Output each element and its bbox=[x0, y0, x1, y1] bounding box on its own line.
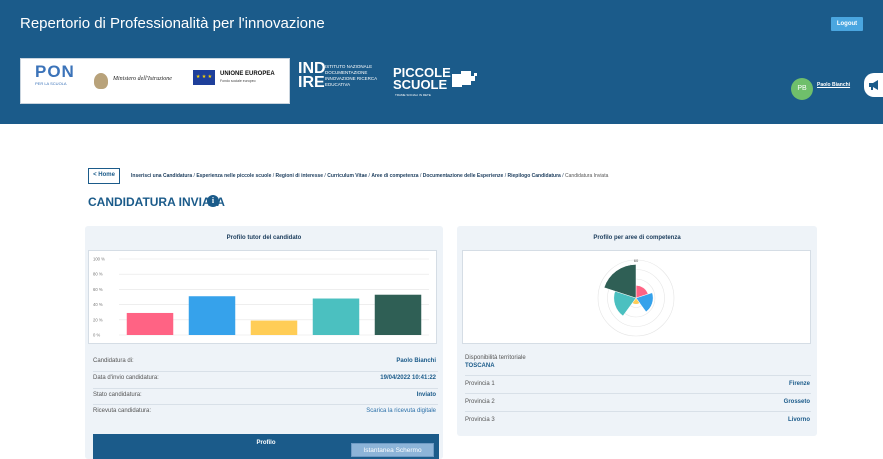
info-icon[interactable]: i bbox=[207, 195, 219, 207]
y-tick-label: 40 % bbox=[93, 302, 103, 307]
piccole-scuole-sub: TRAME SOCIALI IN RETE bbox=[395, 93, 431, 97]
provincia-2-value: Grosseto bbox=[783, 399, 810, 405]
polar-chart-panel: 60 bbox=[462, 250, 811, 344]
indire-logo-mark: IND IRE bbox=[298, 60, 326, 91]
piccole-scuole-mark-icon bbox=[452, 71, 477, 87]
tutor-profile-title: Profilo tutor del candidato bbox=[226, 235, 302, 241]
ricevuta-label: Ricevuta candidatura: bbox=[93, 408, 152, 414]
avatar[interactable]: PB bbox=[791, 78, 813, 100]
divider bbox=[93, 371, 438, 372]
eu-flag-icon: ★ ★ ★ bbox=[193, 70, 215, 85]
breadcrumb-item[interactable]: Curriculum Vitae bbox=[327, 173, 367, 179]
y-tick-label: 0 % bbox=[93, 333, 100, 338]
user-name-link[interactable]: Paolo Bianchi bbox=[817, 82, 850, 88]
bar-chart-panel: 0 % 20 % 40 % 60 % 80 % 100 % bbox=[88, 250, 437, 344]
bar[interactable] bbox=[312, 298, 360, 335]
provincia-1-value: Firenze bbox=[788, 381, 810, 387]
data-invio-label: Data d'invio candidatura: bbox=[93, 375, 159, 381]
r-tick-label: 60 bbox=[634, 258, 639, 263]
pon-logo-sub: PER LA SCUOLA bbox=[35, 81, 67, 86]
screenshot-button[interactable]: Istantanea Schermo bbox=[351, 443, 434, 457]
divider bbox=[93, 388, 438, 389]
candidatura-value: Paolo Bianchi bbox=[396, 358, 436, 364]
stato-value: Inviato bbox=[416, 392, 436, 398]
breadcrumb-item[interactable]: Documentazione delle Esperienze bbox=[423, 173, 504, 179]
y-tick-label: 60 % bbox=[93, 287, 103, 292]
pon-logo: PON bbox=[35, 62, 75, 81]
ministero-logo: Ministero dell'Istruzione bbox=[113, 76, 172, 82]
polar-area-chart: 60 bbox=[597, 258, 675, 337]
home-button[interactable]: < Home bbox=[88, 168, 120, 184]
disponibilita-value: TOSCANA bbox=[465, 363, 495, 369]
bar[interactable] bbox=[374, 294, 422, 335]
breadcrumb-item[interactable]: Regioni di interesse bbox=[276, 173, 324, 179]
candidatura-label: Candidatura di: bbox=[93, 358, 134, 364]
megaphone-icon[interactable] bbox=[864, 73, 883, 97]
italian-emblem-icon bbox=[94, 73, 108, 89]
indire-logo-text: ISTITUTO NAZIONALE DOCUMENTAZIONE INNOVA… bbox=[325, 64, 377, 87]
divider bbox=[465, 375, 811, 376]
aree-competenza-card: Profilo per aree di competenza 60 Dispon… bbox=[457, 226, 817, 436]
bar[interactable] bbox=[188, 296, 236, 335]
breadcrumb: Inserisci una Candidatura / Esperienza n… bbox=[131, 173, 609, 179]
data-invio-value: 19/04/2022 10:41:22 bbox=[380, 375, 436, 381]
logout-button[interactable]: Logout bbox=[831, 17, 863, 31]
disponibilita-label: Disponibilità territoriale bbox=[465, 355, 526, 361]
provincia-3-value: Livorno bbox=[788, 417, 810, 423]
y-tick-label: 20 % bbox=[93, 317, 103, 322]
y-tick-label: 80 % bbox=[93, 272, 103, 277]
provincia-1-label: Provincia 1 bbox=[465, 381, 495, 387]
tutor-profile-card: Profilo tutor del candidato 0 % 20 % 40 % 6… bbox=[85, 226, 443, 459]
page-title: CANDIDATURA INVIATA bbox=[88, 195, 225, 209]
piccole-scuole-word: PICCOLE SCUOLE bbox=[393, 65, 451, 92]
partner-logos: PON PER LA SCUOLA Ministero dell'Istruzi… bbox=[20, 58, 290, 104]
bar[interactable] bbox=[126, 312, 174, 335]
divider bbox=[465, 393, 811, 394]
y-tick-label: 100 % bbox=[93, 257, 105, 262]
divider bbox=[465, 411, 811, 412]
breadcrumb-item[interactable]: Aree di competenza bbox=[371, 173, 418, 179]
eu-logo-sub: Fondo sociale europeo bbox=[220, 79, 256, 83]
polar-slice[interactable] bbox=[603, 264, 637, 299]
bar-chart: 0 % 20 % 40 % 60 % 80 % 100 % bbox=[93, 257, 429, 338]
eu-logo-title: UNIONE EUROPEA bbox=[220, 71, 275, 77]
breadcrumb-current: Candidatura Inviata bbox=[565, 173, 609, 179]
stato-label: Stato candidatura: bbox=[93, 392, 142, 398]
breadcrumb-item[interactable]: Riepilogo Candidatura bbox=[508, 173, 561, 179]
aree-competenza-title: Profilo per aree di competenza bbox=[593, 235, 681, 241]
download-receipt-link[interactable]: Scarica la ricevuta digitale bbox=[366, 408, 436, 414]
provincia-2-label: Provincia 2 bbox=[465, 399, 495, 405]
provincia-3-label: Provincia 3 bbox=[465, 417, 495, 423]
bar[interactable] bbox=[250, 320, 298, 335]
divider bbox=[93, 404, 438, 405]
breadcrumb-item[interactable]: Esperienza nelle piccole scuole bbox=[196, 173, 271, 179]
site-title: Repertorio di Professionalità per l'inno… bbox=[20, 15, 325, 32]
breadcrumb-item[interactable]: Inserisci una Candidatura bbox=[131, 173, 192, 179]
site-header: Repertorio di Professionalità per l'inno… bbox=[0, 0, 883, 124]
